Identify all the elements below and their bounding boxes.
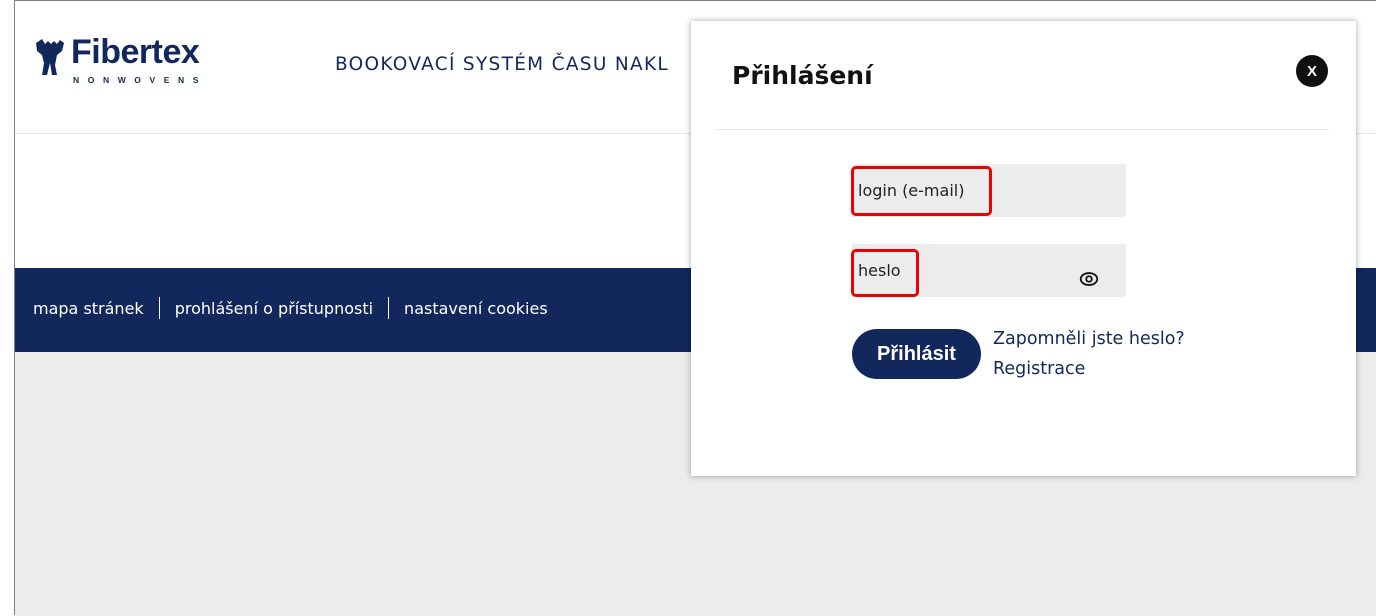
login-modal: Přihlášení X Přihlásit Zapomněli jste he… (691, 21, 1356, 476)
register-link[interactable]: Registrace (993, 359, 1085, 379)
elephant-icon (36, 39, 64, 75)
password-field (852, 244, 1126, 297)
nav-link-sitemap[interactable]: mapa stránek (33, 299, 144, 318)
site-title: BOOKOVACÍ SYSTÉM ČASU NAKL (335, 54, 669, 75)
login-field (852, 164, 1126, 217)
eye-icon[interactable] (1078, 268, 1100, 290)
nav-link-accessibility[interactable]: prohlášení o přístupnosti (175, 299, 373, 318)
nav-link-cookies[interactable]: nastavení cookies (404, 299, 548, 318)
fibertex-logo[interactable]: Fibertex NONWOVENS (33, 33, 233, 93)
nav-separator (158, 297, 160, 319)
modal-title: Přihlášení (732, 61, 873, 90)
logo-wordmark: Fibertex (71, 33, 200, 71)
password-input[interactable] (856, 244, 1108, 297)
close-button[interactable]: X (1296, 55, 1328, 87)
nav-separator (388, 297, 390, 319)
footer-nav-links: mapa stránek prohlášení o přístupnosti n… (33, 297, 548, 319)
logo-subtext: NONWOVENS (73, 75, 208, 85)
forgot-password-link[interactable]: Zapomněli jste heslo? (993, 329, 1185, 349)
login-email-input[interactable] (856, 164, 1108, 217)
login-submit-button[interactable]: Přihlásit (852, 329, 981, 379)
modal-divider (717, 129, 1329, 130)
